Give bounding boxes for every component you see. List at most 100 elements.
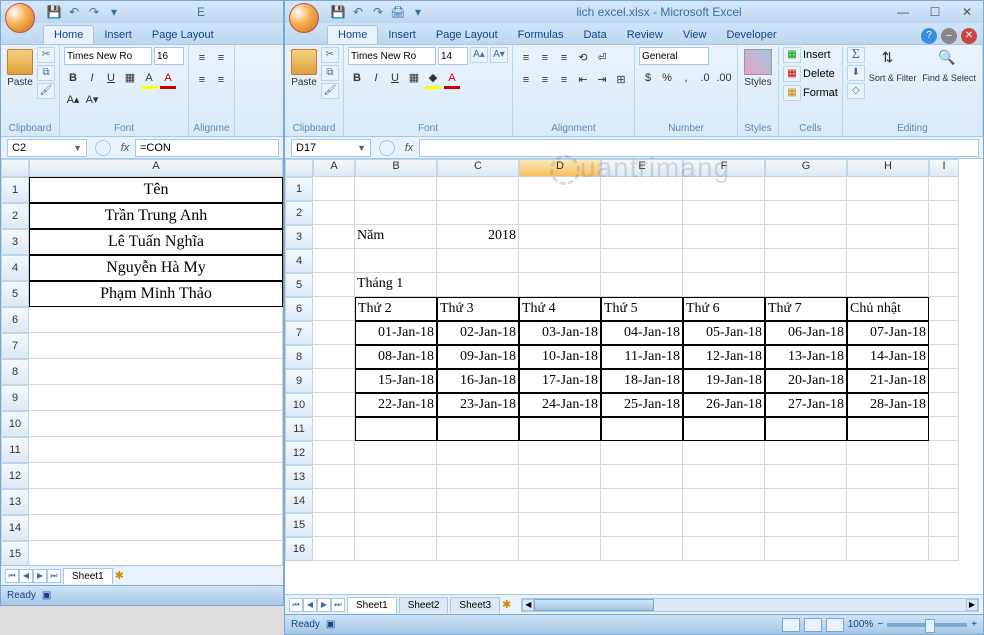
row-header[interactable]: 15 xyxy=(1,541,29,565)
cell[interactable]: Thứ 2 xyxy=(355,297,437,321)
cell[interactable]: 27-Jan-18 xyxy=(765,393,847,417)
cut-icon[interactable]: ✂ xyxy=(37,47,55,63)
sheet-tab-2[interactable]: Sheet2 xyxy=(399,597,449,613)
cell[interactable]: 08-Jan-18 xyxy=(355,345,437,369)
cell[interactable] xyxy=(683,201,765,225)
cell[interactable] xyxy=(519,225,601,249)
cell[interactable] xyxy=(29,463,283,489)
scroll-right-icon[interactable]: ▶ xyxy=(966,599,978,611)
close-button[interactable]: ✕ xyxy=(955,5,979,19)
cell[interactable] xyxy=(847,489,929,513)
minimize-button[interactable]: — xyxy=(891,5,915,19)
cell[interactable] xyxy=(437,465,519,489)
cell[interactable] xyxy=(929,441,959,465)
col-header-B[interactable]: B xyxy=(355,159,437,177)
col-header-F[interactable]: F xyxy=(683,159,765,177)
cell[interactable] xyxy=(437,177,519,201)
cell[interactable] xyxy=(355,201,437,225)
cell[interactable] xyxy=(929,369,959,393)
shrink-font-button[interactable]: A▾ xyxy=(490,47,508,63)
row-header[interactable]: 7 xyxy=(285,321,313,345)
row-header[interactable]: 15 xyxy=(285,513,313,537)
cell[interactable]: 10-Jan-18 xyxy=(519,345,601,369)
cell[interactable] xyxy=(519,441,601,465)
redo-icon[interactable]: ↷ xyxy=(369,3,387,21)
font-name-input[interactable] xyxy=(64,47,152,65)
cell[interactable] xyxy=(313,297,355,321)
row-header[interactable]: 14 xyxy=(1,515,29,541)
percent-button[interactable]: % xyxy=(658,69,676,87)
cell[interactable] xyxy=(313,345,355,369)
cell[interactable]: Năm xyxy=(355,225,437,249)
cell[interactable] xyxy=(313,321,355,345)
cell[interactable]: 23-Jan-18 xyxy=(437,393,519,417)
row-header[interactable]: 9 xyxy=(285,369,313,393)
row-header[interactable]: 10 xyxy=(1,411,29,437)
cell[interactable] xyxy=(313,513,355,537)
cell[interactable]: Trần Trung Anh xyxy=(29,203,283,229)
cell[interactable] xyxy=(601,273,683,297)
clear-button[interactable]: ◇ xyxy=(847,83,865,99)
row-header[interactable]: 16 xyxy=(285,537,313,561)
row-header[interactable]: 9 xyxy=(1,385,29,411)
row-header[interactable]: 1 xyxy=(1,177,29,203)
cell[interactable] xyxy=(313,273,355,297)
cell[interactable] xyxy=(437,489,519,513)
cell[interactable] xyxy=(355,249,437,273)
page-break-view-button[interactable] xyxy=(826,618,844,632)
col-header-D[interactable]: D xyxy=(519,159,601,177)
cell[interactable] xyxy=(765,273,847,297)
col-header-I[interactable]: I xyxy=(929,159,959,177)
border-button[interactable]: ▦ xyxy=(405,69,423,87)
cell[interactable] xyxy=(847,249,929,273)
grow-font-button[interactable]: A▴ xyxy=(64,91,82,109)
row-header[interactable]: 8 xyxy=(285,345,313,369)
last-sheet-icon[interactable]: ⏭ xyxy=(331,598,345,612)
col-header-G[interactable]: G xyxy=(765,159,847,177)
cell[interactable] xyxy=(847,201,929,225)
row-header[interactable]: 6 xyxy=(285,297,313,321)
zoom-in-button[interactable]: + xyxy=(971,619,977,630)
formula-input[interactable]: =CON xyxy=(135,139,279,157)
grow-font-button[interactable]: A▴ xyxy=(470,47,488,63)
cell[interactable]: 03-Jan-18 xyxy=(519,321,601,345)
cell[interactable] xyxy=(847,513,929,537)
fill-button[interactable]: ⬇ xyxy=(847,65,865,81)
office-button[interactable] xyxy=(5,3,35,33)
align-top-button[interactable]: ≡ xyxy=(517,49,535,67)
delete-button[interactable]: Delete xyxy=(803,68,835,80)
cell[interactable] xyxy=(29,307,283,333)
cell[interactable] xyxy=(683,417,765,441)
cell[interactable] xyxy=(313,537,355,561)
font-name-input[interactable] xyxy=(348,47,436,65)
insert-icon[interactable]: ▦ xyxy=(783,47,801,63)
cell[interactable] xyxy=(519,465,601,489)
number-format-select[interactable] xyxy=(639,47,709,65)
cell[interactable]: Thứ 3 xyxy=(437,297,519,321)
cell[interactable] xyxy=(519,417,601,441)
copy-icon[interactable]: ⧉ xyxy=(37,65,55,81)
cell[interactable] xyxy=(313,225,355,249)
comma-button[interactable]: , xyxy=(677,69,695,87)
cell[interactable] xyxy=(765,489,847,513)
cell[interactable] xyxy=(765,441,847,465)
cell[interactable] xyxy=(847,225,929,249)
font-size-input[interactable] xyxy=(438,47,468,65)
first-sheet-icon[interactable]: ⏮ xyxy=(5,569,19,583)
cell[interactable]: 11-Jan-18 xyxy=(601,345,683,369)
cell[interactable] xyxy=(519,489,601,513)
cell[interactable] xyxy=(683,249,765,273)
select-all-corner[interactable] xyxy=(1,159,29,177)
cell[interactable]: 17-Jan-18 xyxy=(519,369,601,393)
copy-icon[interactable]: ⧉ xyxy=(321,65,339,81)
cell[interactable] xyxy=(847,537,929,561)
cell[interactable]: 25-Jan-18 xyxy=(601,393,683,417)
macro-icon[interactable]: ▣ xyxy=(326,619,335,630)
cell[interactable] xyxy=(29,385,283,411)
close-wb-icon[interactable]: ✕ xyxy=(961,28,977,44)
cell[interactable] xyxy=(683,273,765,297)
cell[interactable] xyxy=(313,201,355,225)
cell[interactable] xyxy=(313,441,355,465)
align-center-button[interactable]: ≡ xyxy=(212,71,230,89)
cell[interactable] xyxy=(929,273,959,297)
